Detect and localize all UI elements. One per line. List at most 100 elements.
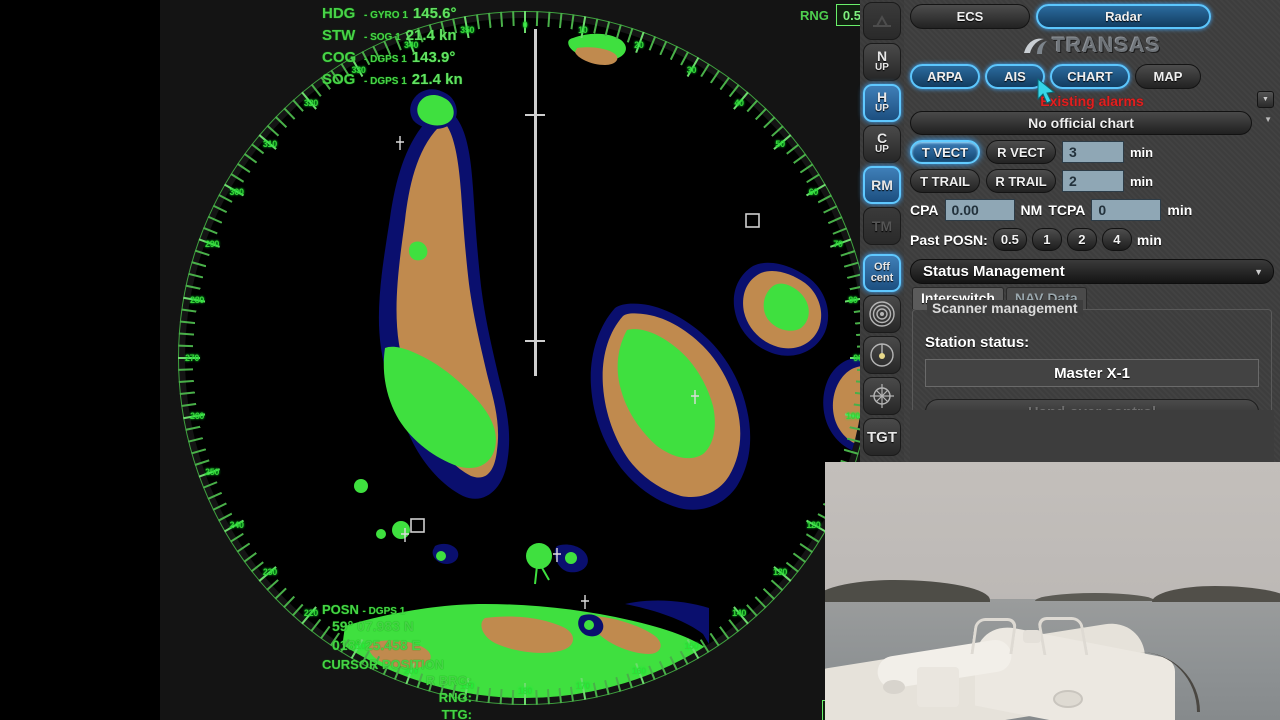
past-posn-option-2-label: 2	[1078, 232, 1086, 247]
compass-label-270: 270	[184, 353, 200, 363]
compass-label-300: 300	[229, 186, 244, 197]
stw-value: 21.4 kn	[405, 27, 457, 44]
button-chart[interactable]: CHART	[1050, 64, 1130, 89]
chevron-down-icon: ▼	[1254, 266, 1263, 277]
trail-time-input[interactable]: 2	[1062, 170, 1124, 192]
tcpa-value: 0	[1098, 202, 1107, 218]
tab-radar[interactable]: Radar	[1036, 4, 1211, 29]
trail-time-unit: min	[1130, 173, 1154, 189]
sog-label: SOG	[322, 71, 356, 88]
ais-label: AIS	[1004, 69, 1026, 84]
alarm-scroll-down-button[interactable]: ▼	[1257, 91, 1274, 108]
station-status-label: Station status:	[925, 334, 1030, 351]
hdg-label: HDG	[322, 5, 356, 22]
past-posn-option-1[interactable]: 1	[1031, 228, 1062, 251]
cpa-tcpa-row: CPA 0.00 NM TCPA 0 min	[910, 199, 1274, 221]
tcpa-input[interactable]: 0	[1091, 199, 1162, 221]
past-posn-option-3-label: 4	[1113, 232, 1121, 247]
vrm-crosshair-icon	[868, 382, 896, 410]
tab-ecs[interactable]: ECS	[910, 4, 1030, 29]
position-readout: POSN - DGPS 1 59° 07.983 N 018° 25.458 E…	[322, 602, 472, 720]
compass-label-120: 120	[806, 519, 821, 530]
mode-button-head-up[interactable]: H UP	[863, 84, 901, 122]
compass-label-150: 150	[684, 641, 699, 652]
chevron-down-icon[interactable]: ▼	[1264, 115, 1272, 124]
mode-button-true-motion[interactable]: TM	[863, 207, 901, 245]
overlay-mode-buttons: ARPA AIS CHART MAP	[910, 64, 1274, 89]
chart-status-text: No official chart	[1028, 115, 1134, 131]
chart-label: CHART	[1067, 69, 1113, 84]
mode-button-north-up[interactable]: N UP	[863, 43, 901, 81]
camera-inset[interactable]	[825, 462, 1280, 720]
radar-application: 0102030405060708090100110120130140150160…	[0, 0, 1280, 720]
compass-label-40: 40	[734, 97, 744, 108]
compass-label-20: 20	[634, 40, 644, 51]
nav-row-stw: STW - SOG 1 21.4 kn	[322, 27, 463, 49]
mode-button-ebl[interactable]	[863, 336, 901, 374]
antenna-icon-button[interactable]	[863, 2, 901, 40]
mode-button-target[interactable]: TGT	[863, 418, 901, 456]
status-management-dropdown[interactable]: Status Management ▼	[910, 259, 1274, 284]
mode-button-relative-motion[interactable]: RM	[863, 166, 901, 204]
posn-row: POSN - DGPS 1	[322, 602, 472, 617]
compass-label-80: 80	[848, 295, 858, 306]
compass-label-280: 280	[189, 295, 205, 306]
chart-status-row: No official chart ▼	[910, 111, 1274, 135]
button-r-vect[interactable]: R VECT	[986, 140, 1056, 164]
vector-row-2: T TRAIL R TRAIL 2 min	[910, 169, 1274, 193]
cpa-input[interactable]: 0.00	[944, 199, 1015, 221]
hdg-source: - GYRO 1	[364, 10, 408, 21]
vector-time-input[interactable]: 3	[1062, 141, 1124, 163]
nav-row-sog: SOG - DGPS 1 21.4 kn	[322, 71, 463, 93]
cursor-rng-label: RNG:	[438, 690, 472, 705]
past-posn-option-3[interactable]: 4	[1101, 228, 1132, 251]
button-arpa[interactable]: ARPA	[910, 64, 980, 89]
mode-button-off-center[interactable]: Off cent	[863, 254, 901, 292]
latitude-value: 59° 07.983 N	[332, 618, 414, 634]
compass-label-130: 130	[773, 567, 788, 578]
rng-label: RNG	[800, 7, 829, 23]
tcpa-label: TCPA	[1048, 202, 1086, 218]
brand-logo: TRANSAS	[910, 32, 1274, 60]
mode-button-range-rings[interactable]	[863, 295, 901, 333]
brand-name: TRANSAS	[1052, 34, 1161, 57]
compass-label-100: 100	[845, 410, 860, 421]
compass-label-140: 140	[731, 608, 747, 619]
north-up-line2: UP	[875, 62, 889, 73]
button-t-vect[interactable]: T VECT	[910, 140, 980, 164]
course-up-line2: UP	[875, 144, 889, 155]
app-tabs: ECS Radar	[910, 4, 1274, 29]
compass-label-170: 170	[575, 680, 590, 691]
nav-data-top: HDG - GYRO 1 145.6° STW - SOG 1 21.4 kn …	[322, 5, 463, 93]
chart-status-bar[interactable]: No official chart	[910, 111, 1252, 135]
arpa-label: ARPA	[927, 69, 963, 84]
past-position-row: Past POSN: 0.5 1 2 4 min	[910, 228, 1274, 251]
button-t-trail[interactable]: T TRAIL	[910, 169, 980, 193]
antenna-icon	[871, 13, 893, 29]
boat-hatch	[1053, 690, 1083, 708]
boat-winch-post	[917, 667, 959, 707]
past-posn-option-2[interactable]: 2	[1066, 228, 1097, 251]
compass-label-160: 160	[631, 665, 646, 676]
button-r-trail[interactable]: R TRAIL	[986, 169, 1056, 193]
past-posn-unit: min	[1136, 231, 1162, 248]
mode-button-course-up[interactable]: C UP	[863, 125, 901, 163]
cursor-ttg-label: TTG:	[441, 707, 472, 720]
compass-degree-labels: 0102030405060708090100110120130140150160…	[178, 11, 872, 705]
alarm-row: Existing alarms ▼	[910, 91, 1274, 111]
cog-value: 143.9°	[411, 49, 456, 66]
cpa-value: 0.00	[951, 202, 979, 218]
compass-label-290: 290	[205, 239, 220, 250]
tab-ecs-label: ECS	[956, 9, 984, 24]
past-posn-option-0[interactable]: 0.5	[992, 228, 1027, 251]
concentric-rings-icon	[868, 300, 896, 328]
past-posn-option-1-label: 1	[1043, 232, 1051, 247]
nav-row-cog: COG - DGPS 1 143.9°	[322, 49, 463, 71]
compass-label-70: 70	[833, 239, 843, 250]
compass-label-230: 230	[262, 567, 277, 578]
posn-label: POSN	[322, 602, 359, 617]
radar-scope[interactable]: 0102030405060708090100110120130140150160…	[160, 0, 1025, 720]
mode-button-vrm[interactable]	[863, 377, 901, 415]
button-map[interactable]: MAP	[1135, 64, 1201, 89]
cpa-label: CPA	[910, 202, 939, 218]
